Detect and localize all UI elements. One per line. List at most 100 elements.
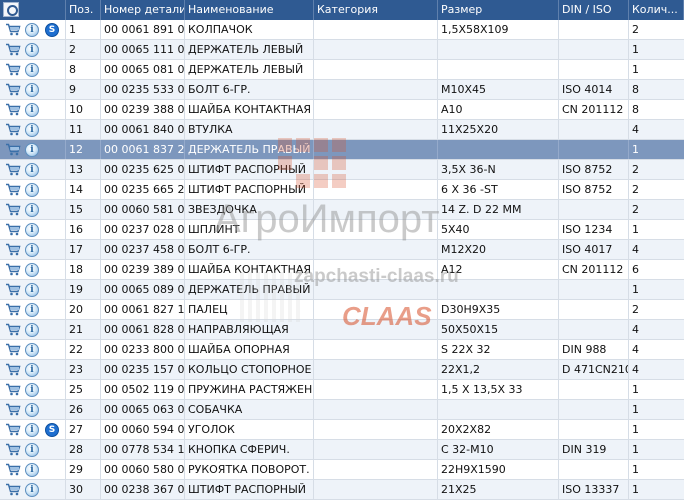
info-icon[interactable]: i: [25, 383, 39, 397]
info-icon[interactable]: i: [25, 403, 39, 417]
cell-name: СОБАЧКА: [185, 400, 314, 419]
info-icon[interactable]: i: [25, 323, 39, 337]
table-row[interactable]: i 21 00 0061 828 0 НАПРАВЛЯЮЩАЯ 50X50X15 4: [0, 320, 684, 340]
row-icons: i: [0, 260, 66, 279]
cell-pos: 21: [66, 320, 101, 339]
table-row[interactable]: i 20 00 0061 827 1 ПАЛЕЦ D30H9X35 2: [0, 300, 684, 320]
cell-quantity: 1: [632, 63, 639, 76]
header-quantity[interactable]: Колич...: [629, 0, 684, 20]
table-row[interactable]: i 30 00 0238 367 0 ШТИФТ РАСПОРНЫЙ 21X25 ISO …: [0, 480, 684, 500]
table-row[interactable]: i 16 00 0237 028 0 ШПЛИНТ 5X40 ISO 1234 1: [0, 220, 684, 240]
search-icon[interactable]: [3, 2, 19, 17]
cell-din-iso: DIN 988: [559, 340, 629, 359]
cell-quantity: 2: [632, 303, 639, 316]
cell-din-iso: CN 201112: [559, 260, 629, 279]
cell-din-iso: [559, 320, 629, 339]
row-icons: iS: [0, 20, 66, 39]
table-row[interactable]: i S 1 00 0061 891 0 КОЛПАЧОК 1,5X58X109 2: [0, 20, 684, 40]
info-icon[interactable]: i: [25, 183, 39, 197]
table-row[interactable]: i 22 00 0233 800 0 ШАЙБА ОПОРНАЯ S 22X 32 DIN…: [0, 340, 684, 360]
info-icon[interactable]: i: [25, 283, 39, 297]
table-row[interactable]: i 18 00 0239 389 0 ШАЙБА КОНТАКТНАЯ A12 CN 20…: [0, 260, 684, 280]
info-icon[interactable]: i: [25, 23, 39, 37]
cell-size: 14 Z. D 22 MM: [438, 200, 559, 219]
table-row[interactable]: i 9 00 0235 533 0 БОЛТ 6-ГР. M10X45 ISO 4014 8: [0, 80, 684, 100]
info-icon[interactable]: i: [25, 103, 39, 117]
cell-name: ПРУЖИНА РАСТЯЖЕН.: [185, 380, 314, 399]
table-row[interactable]: i 10 00 0239 388 0 ШАЙБА КОНТАКТНАЯ A10 CN 20…: [0, 100, 684, 120]
info-icon[interactable]: i: [25, 223, 39, 237]
info-icon[interactable]: i: [25, 83, 39, 97]
info-icon[interactable]: i: [25, 43, 39, 57]
table-header: Поз. Номер детали Наименование Категория…: [0, 0, 684, 20]
cell-category: [314, 60, 438, 79]
cell-quantity: 4: [632, 323, 639, 336]
cell-quantity: 2: [632, 163, 639, 176]
cell-quantity: 4: [632, 363, 639, 376]
parts-table: Поз. Номер детали Наименование Категория…: [0, 0, 684, 500]
table-row[interactable]: i 26 00 0065 063 0 СОБАЧКА 1: [0, 400, 684, 420]
info-icon[interactable]: i: [25, 243, 39, 257]
table-row[interactable]: i 28 00 0778 534 1 КНОПКА СФЕРИЧ. C 32-M10 DI…: [0, 440, 684, 460]
info-icon[interactable]: i: [25, 303, 39, 317]
cell-din-iso: ISO 8752: [559, 160, 629, 179]
info-icon[interactable]: i: [25, 443, 39, 457]
cell-size: 11X25X20: [438, 120, 559, 139]
row-icons: i: [0, 160, 66, 179]
row-icons: i: [0, 300, 66, 319]
info-icon[interactable]: i: [25, 463, 39, 477]
cell-quantity: 1: [632, 143, 639, 156]
table-row[interactable]: i 25 00 0502 119 0 ПРУЖИНА РАСТЯЖЕН. 1,5 X 1…: [0, 380, 684, 400]
cell-quantity: 1: [632, 483, 639, 496]
info-icon[interactable]: i: [25, 123, 39, 137]
cell-din-iso: [559, 300, 629, 319]
cell-part-number: 00 0061 840 0: [101, 120, 185, 139]
table-row[interactable]: i 12 00 0061 837 2 ДЕРЖАТЕЛЬ ПРАВЫЙ 1: [0, 140, 684, 160]
table-row[interactable]: i 11 00 0061 840 0 ВТУЛКА 11X25X20 4: [0, 120, 684, 140]
info-icon[interactable]: i: [25, 363, 39, 377]
set-badge-icon[interactable]: S: [45, 423, 59, 437]
table-row[interactable]: i 13 00 0235 625 0 ШТИФТ РАСПОРНЫЙ 3,5X 36-N…: [0, 160, 684, 180]
info-icon[interactable]: i: [25, 143, 39, 157]
row-icons: i: [0, 380, 66, 399]
header-category[interactable]: Категория: [314, 0, 438, 20]
table-row[interactable]: i 23 00 0235 157 0 КОЛЬЦО СТОПОРНОЕ 22X1,2 D …: [0, 360, 684, 380]
cell-name: КОЛПАЧОК: [185, 20, 314, 39]
table-row[interactable]: i 2 00 0065 111 0 ДЕРЖАТЕЛЬ ЛЕВЫЙ 1: [0, 40, 684, 60]
info-icon[interactable]: i: [25, 63, 39, 77]
info-icon[interactable]: i: [25, 343, 39, 357]
cell-pos: 10: [66, 100, 101, 119]
cell-pos: 8: [66, 60, 101, 79]
table-row[interactable]: i 8 00 0065 081 0 ДЕРЖАТЕЛЬ ЛЕВЫЙ 1: [0, 60, 684, 80]
table-row[interactable]: i S 27 00 0060 594 0 УГОЛОК 20X2X82 1: [0, 420, 684, 440]
table-row[interactable]: i 14 00 0235 665 2 ШТИФТ РАСПОРНЫЙ 6 X 36 -S…: [0, 180, 684, 200]
header-part-number[interactable]: Номер детали: [101, 0, 185, 20]
cell-din-iso: [559, 460, 629, 479]
cell-category: [314, 140, 438, 159]
cell-pos: 26: [66, 400, 101, 419]
cell-din-iso: [559, 280, 629, 299]
table-row[interactable]: i 15 00 0060 581 0 ЗВЕЗДОЧКА 14 Z. D 22 MM 2: [0, 200, 684, 220]
cell-pos: 19: [66, 280, 101, 299]
header-pos[interactable]: Поз.: [66, 0, 101, 20]
cell-category: [314, 100, 438, 119]
cell-category: [314, 240, 438, 259]
table-row[interactable]: i 17 00 0237 458 0 БОЛТ 6-ГР. M12X20 ISO 4017…: [0, 240, 684, 260]
set-badge-icon[interactable]: S: [45, 23, 59, 37]
info-icon[interactable]: i: [25, 483, 39, 497]
cell-din-iso: [559, 400, 629, 419]
row-icons: i: [0, 60, 66, 79]
header-name[interactable]: Наименование: [185, 0, 314, 20]
cell-pos: 28: [66, 440, 101, 459]
info-icon[interactable]: i: [25, 203, 39, 217]
header-din-iso[interactable]: DIN / ISO: [559, 0, 629, 20]
info-icon[interactable]: i: [25, 163, 39, 177]
header-icon-cell[interactable]: [0, 0, 66, 20]
table-row[interactable]: i 29 00 0060 580 0 РУКОЯТКА ПОВОРОТ. 22H9X15…: [0, 460, 684, 480]
info-icon[interactable]: i: [25, 423, 39, 437]
info-icon[interactable]: i: [25, 263, 39, 277]
row-icons: iS: [0, 420, 66, 439]
header-size[interactable]: Размер: [438, 0, 559, 20]
cell-quantity: 2: [632, 183, 639, 196]
table-row[interactable]: i 19 00 0065 089 0 ДЕРЖАТЕЛЬ ПРАВЫЙ 1: [0, 280, 684, 300]
